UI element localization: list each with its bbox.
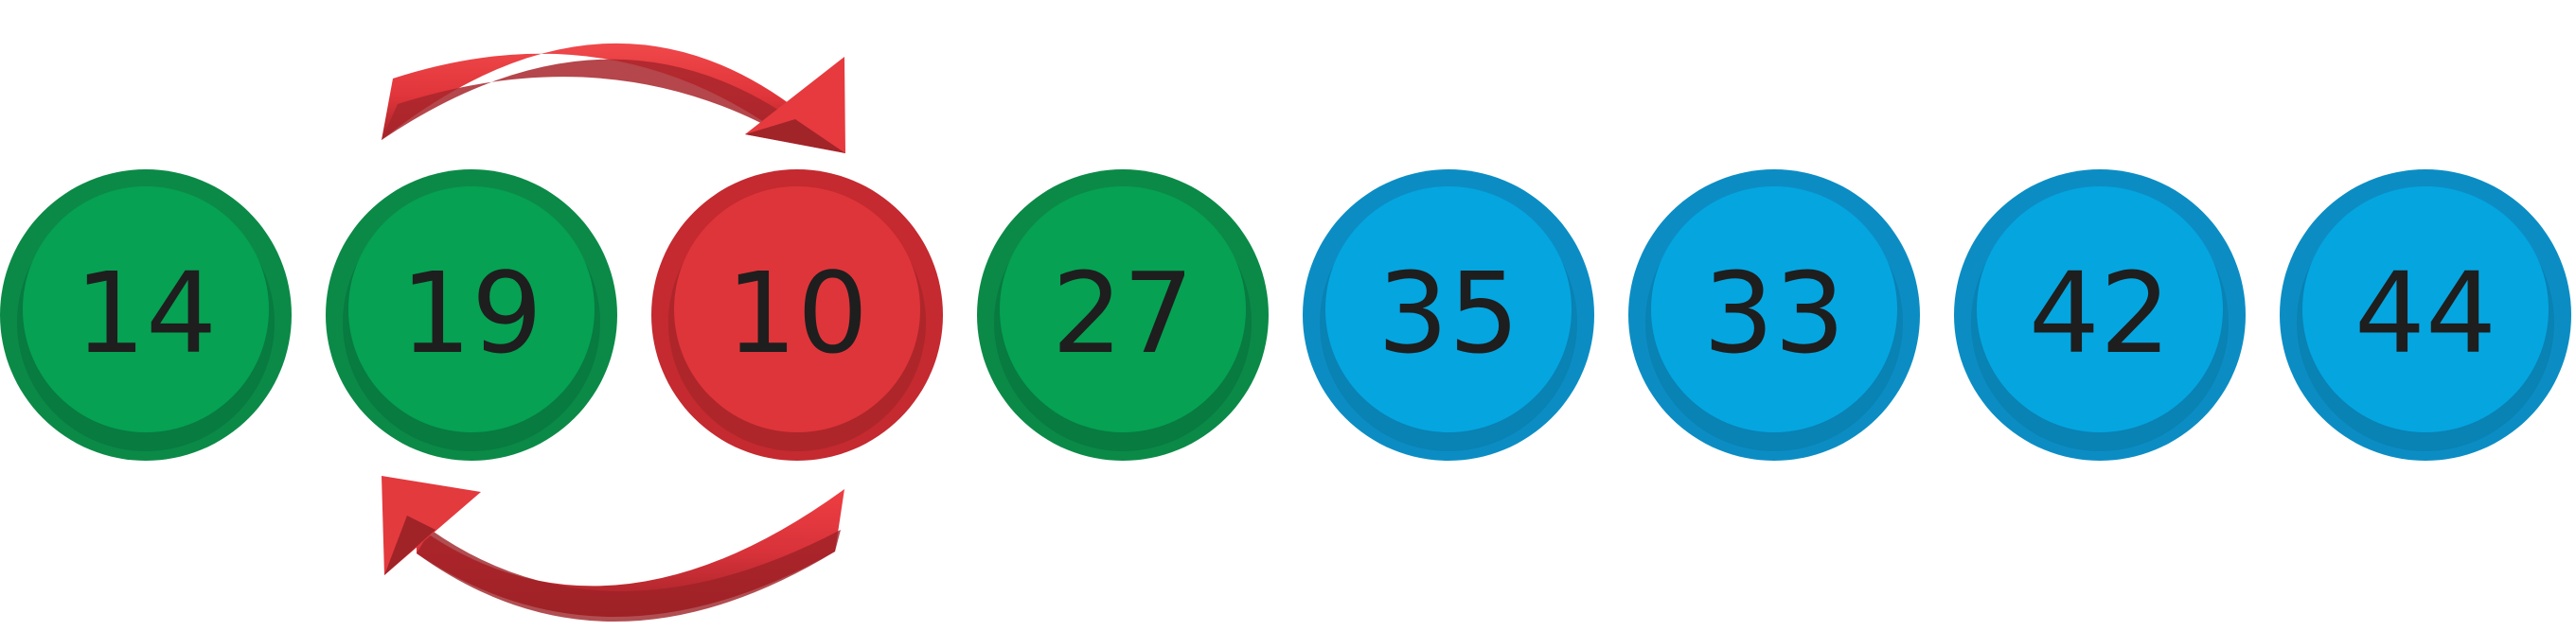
ball-value: 42	[2029, 248, 2171, 378]
swap-arrow-bottom	[382, 476, 844, 622]
ball-value: 10	[726, 248, 868, 378]
ball-7: 42	[1954, 169, 2246, 461]
swap-diagram: 14 19 10 27 35 33 42 44	[0, 0, 2576, 631]
ball-3: 10	[651, 169, 943, 461]
ball-1: 14	[0, 169, 292, 461]
ball-row: 14 19 10 27 35 33 42 44	[0, 169, 2571, 461]
ball-2: 19	[326, 169, 617, 461]
ball-value: 27	[1052, 248, 1194, 378]
ball-value: 33	[1703, 248, 1845, 378]
ball-4: 27	[977, 169, 1269, 461]
ball-8: 44	[2280, 169, 2571, 461]
ball-value: 35	[1377, 248, 1519, 378]
ball-5: 35	[1303, 169, 1594, 461]
ball-value: 19	[400, 248, 542, 378]
swap-arrow-top	[382, 43, 845, 153]
ball-value: 14	[75, 248, 217, 378]
ball-value: 44	[2354, 248, 2496, 378]
diagram-canvas: 14 19 10 27 35 33 42 44	[0, 43, 2571, 622]
ball-6: 33	[1628, 169, 1920, 461]
